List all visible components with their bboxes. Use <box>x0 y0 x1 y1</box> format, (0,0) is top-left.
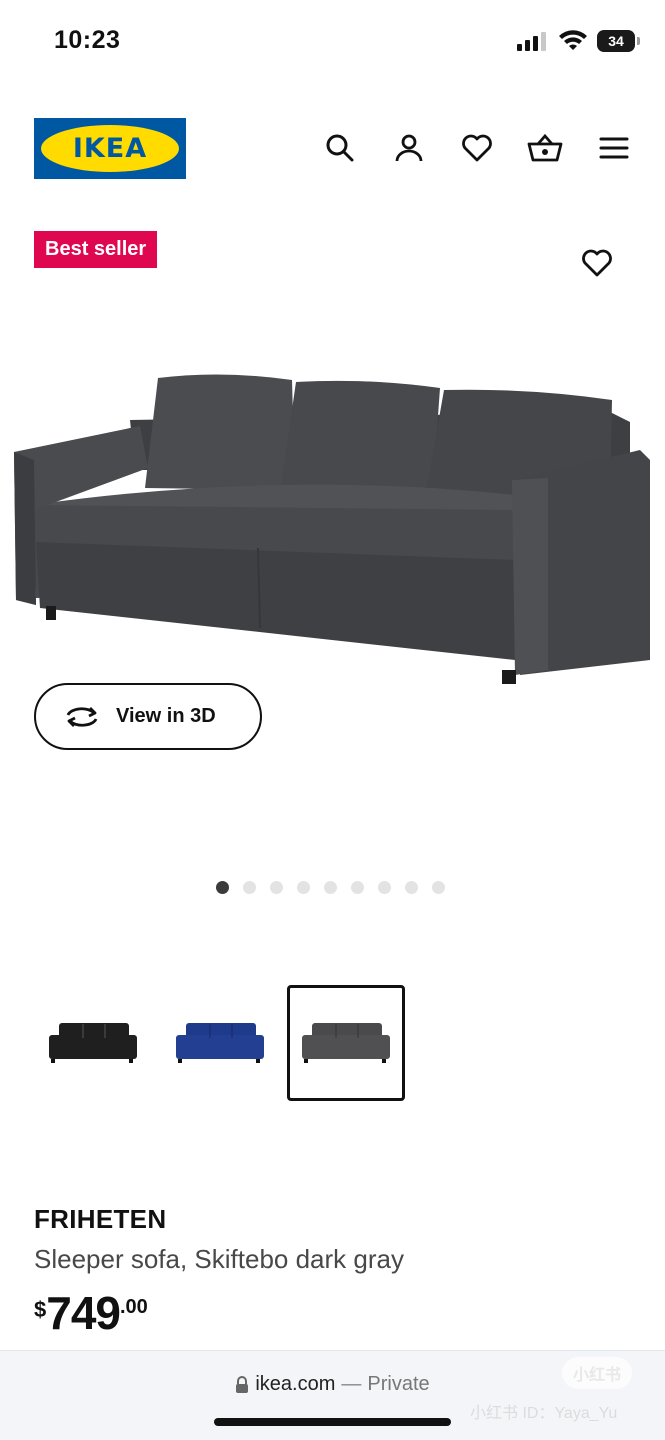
add-to-favorites-icon[interactable] <box>578 244 616 282</box>
address-field[interactable]: ikea.com — Private <box>0 1373 665 1396</box>
battery-level: 34 <box>608 33 624 49</box>
price-currency: $ <box>34 1297 47 1322</box>
black-sofa-thumbnail <box>49 1023 137 1063</box>
rotate-3d-icon <box>66 706 98 727</box>
logo-oval: IKEA <box>41 125 179 172</box>
cart-icon[interactable] <box>527 130 563 166</box>
carousel-dot[interactable] <box>405 881 418 894</box>
variant-dark-gray-selected[interactable] <box>287 985 405 1101</box>
url-separator: — <box>341 1373 362 1395</box>
view-in-3d-button[interactable]: View in 3D <box>34 683 262 750</box>
wifi-icon <box>559 30 587 50</box>
home-indicator[interactable] <box>214 1418 451 1426</box>
dark-gray-sofa-thumbnail <box>302 1023 390 1063</box>
lock-icon <box>236 1375 249 1393</box>
browser-url-bar[interactable]: 小红书 ikea.com — Private 小红书 ID：Yaya_Yu <box>0 1350 665 1440</box>
carousel-dot[interactable] <box>324 881 337 894</box>
carousel-dot[interactable] <box>297 881 310 894</box>
variant-black[interactable] <box>34 985 152 1101</box>
battery-icon: 34 <box>597 30 640 52</box>
image-carousel-dots[interactable] <box>216 881 445 894</box>
variant-blue[interactable] <box>161 985 279 1101</box>
carousel-dot[interactable] <box>378 881 391 894</box>
blue-sofa-thumbnail <box>176 1023 264 1063</box>
search-icon[interactable] <box>322 130 358 166</box>
private-mode-label: Private <box>367 1373 430 1395</box>
signal-icon <box>517 32 546 51</box>
price-decimal: .00 <box>120 1296 148 1318</box>
status-icons: 34 <box>517 30 640 52</box>
carousel-dot[interactable] <box>216 881 229 894</box>
account-icon[interactable] <box>391 130 427 166</box>
logo-text: IKEA <box>72 133 148 164</box>
url-domain: ikea.com <box>255 1373 336 1395</box>
watermark-id: 小红书 ID：Yaya_Yu <box>470 1405 618 1422</box>
carousel-dot[interactable] <box>270 881 283 894</box>
ikea-logo[interactable]: IKEA <box>34 118 186 179</box>
carousel-dot[interactable] <box>432 881 445 894</box>
carousel-dot[interactable] <box>351 881 364 894</box>
view-in-3d-label: View in 3D <box>116 705 216 727</box>
best-seller-badge: Best seller <box>34 231 158 268</box>
wishlist-icon[interactable] <box>459 130 495 166</box>
product-description: Sleeper sofa, Skiftebo dark gray <box>34 1244 404 1274</box>
status-time: 10:23 <box>54 26 121 54</box>
carousel-dot[interactable] <box>243 881 256 894</box>
product-price: $ 749 .00 <box>34 1290 148 1336</box>
product-image[interactable] <box>0 360 665 690</box>
price-integer: 749 <box>46 1287 121 1339</box>
menu-icon[interactable] <box>596 130 632 166</box>
product-name: FRIHETEN <box>34 1204 167 1234</box>
